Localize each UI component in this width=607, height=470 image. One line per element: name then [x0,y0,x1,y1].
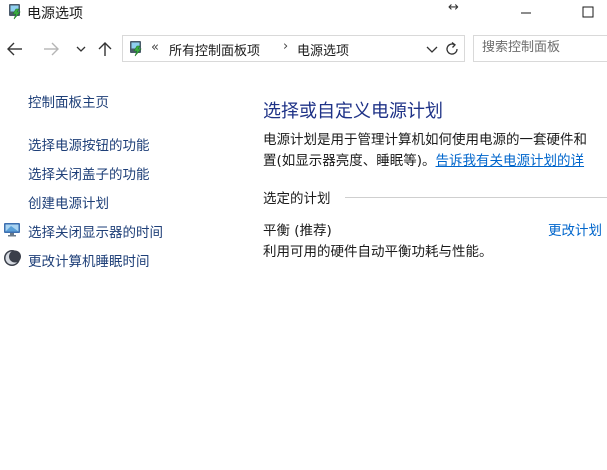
search-box[interactable] [473,35,607,62]
arrow-right-icon [44,42,59,56]
refresh-icon [446,41,458,55]
breadcrumb-overflow[interactable]: « [151,40,159,55]
maximize-button[interactable] [566,0,606,26]
section-divider [345,197,607,198]
arrow-left-icon [7,42,22,56]
chevron-down-icon [426,46,438,53]
chevron-down-icon [76,46,86,52]
left-task-pane: 控制面板主页 选择电源按钮的功能 选择关闭盖子的功能 创建电源计划 选择关闭显示… [0,80,240,280]
sidebar-item-create-plan[interactable]: 创建电源计划 [28,192,109,212]
learn-more-link[interactable]: 告诉我有关电源计划的详 [436,153,585,169]
breadcrumb-all-control-panel-items[interactable]: 所有控制面板项 [169,40,260,59]
recent-locations-button[interactable] [72,37,90,61]
plan-name-balanced: 平衡 (推荐) [263,223,332,239]
change-plan-link[interactable]: 更改计划 [548,219,602,239]
minimize-button[interactable] [506,0,546,26]
sidebar-item-power-button[interactable]: 选择电源按钮的功能 [28,134,150,154]
plan-balanced-description: 利用可用的硬件自动平衡功耗与性能。 [263,244,493,260]
breadcrumb-separator[interactable]: › [283,39,288,54]
title-bar: 电源选项 ↔ [0,0,607,28]
description-line-1: 电源计划是用于管理计算机如何使用电源的一套硬件和 [263,132,587,148]
search-input[interactable] [482,40,607,55]
refresh-button[interactable] [442,39,462,59]
address-dropdown-button[interactable] [425,40,439,58]
description-line-2-text: 置(如显示器亮度、睡眠等)。 [263,153,436,169]
address-bar[interactable]: « 所有控制面板项 › 电源选项 [122,35,465,62]
up-button[interactable] [94,37,116,61]
navigation-bar: « 所有控制面板项 › 电源选项 [0,33,607,65]
power-options-window: 电源选项 ↔ « 所有控制面板项 › 电源选项 搜索控制面板 控制面板主页 选择… [0,0,607,470]
page-title: 选择或自定义电源计划 [263,101,443,122]
breadcrumb-power-options[interactable]: 电源选项 [297,40,349,59]
control-panel-icon [127,39,145,57]
sidebar-item-display-off[interactable]: 选择关闭显示器的时间 [28,221,163,241]
resize-cursor-icon: ↔ [448,0,459,15]
sidebar-item-lid-close[interactable]: 选择关闭盖子的功能 [28,163,150,183]
sleep-moon-icon [3,249,21,267]
window-title: 电源选项 [27,6,83,22]
arrow-up-icon [98,42,112,56]
display-icon [3,220,21,238]
back-button[interactable] [4,37,26,61]
control-panel-home-link[interactable]: 控制面板主页 [28,91,109,111]
description-line-2: 置(如显示器亮度、睡眠等)。告诉我有关电源计划的详 [263,151,607,172]
sidebar-item-sleep-time[interactable]: 更改计算机睡眠时间 [28,250,150,270]
power-options-icon [6,2,24,20]
plan-description-paragraph: 电源计划是用于管理计算机如何使用电源的一套硬件和 置(如显示器亮度、睡眠等)。告… [263,130,607,172]
forward-button[interactable] [40,37,62,61]
selected-plan-heading: 选定的计划 [263,191,331,207]
